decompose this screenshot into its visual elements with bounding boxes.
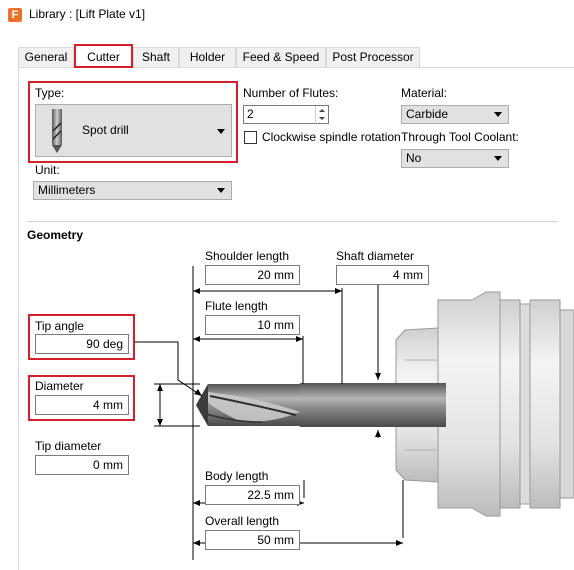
tip-diameter-input[interactable]: 0 mm: [35, 455, 129, 475]
shaft-diameter-input[interactable]: 4 mm: [336, 265, 429, 285]
drill-body-shape: [196, 384, 300, 426]
tip-diameter-label: Tip diameter: [35, 439, 102, 453]
diameter-input[interactable]: 4 mm: [35, 395, 129, 415]
diameter-label: Diameter: [35, 379, 84, 393]
tip-angle-label: Tip angle: [35, 319, 84, 333]
shoulder-length-label: Shoulder length: [205, 249, 290, 263]
body-length-input[interactable]: 22.5 mm: [205, 485, 300, 505]
shoulder-length-input[interactable]: 20 mm: [205, 265, 300, 285]
flute-length-label: Flute length: [205, 299, 268, 313]
flute-length-input[interactable]: 10 mm: [205, 315, 300, 335]
tip-angle-input[interactable]: 90 deg: [35, 334, 129, 354]
shaft-shape: [300, 383, 446, 427]
overall-length-label: Overall length: [205, 514, 280, 528]
overall-length-input[interactable]: 50 mm: [205, 530, 300, 550]
body-length-label: Body length: [205, 469, 269, 483]
shaft-diameter-label: Shaft diameter: [336, 249, 415, 263]
